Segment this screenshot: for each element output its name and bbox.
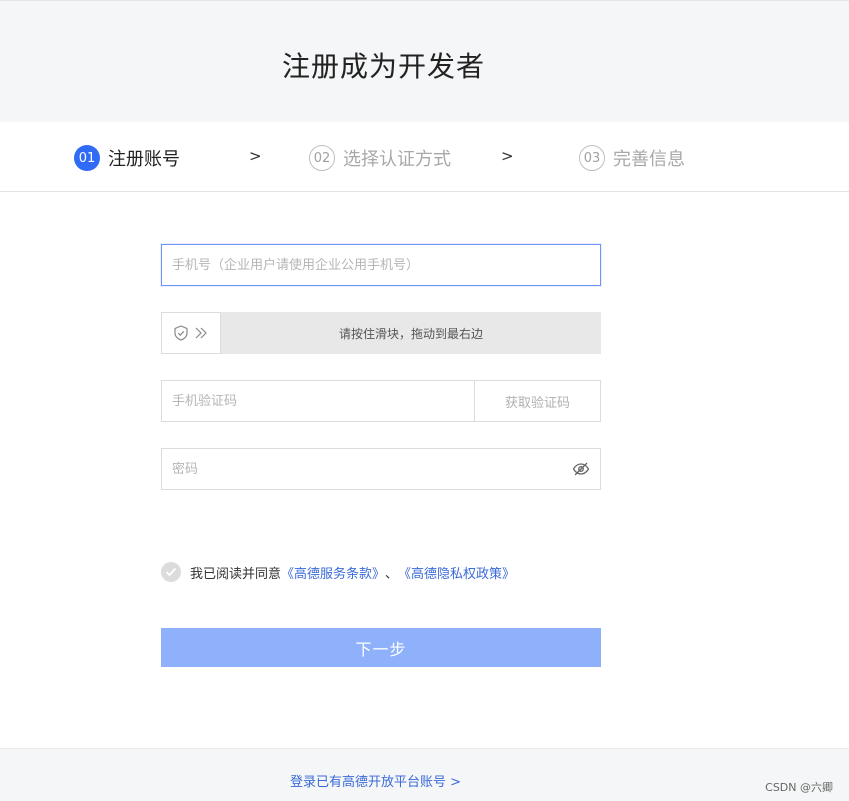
slider-hint-text: 请按住滑块，拖动到最右边 (338, 326, 483, 341)
step-1: 01 注册账号 (74, 144, 180, 172)
agreement-text: 我已阅读并同意 (190, 566, 282, 582)
next-step-button[interactable]: 下一步 (161, 628, 601, 667)
phone-input[interactable] (162, 245, 600, 285)
password-input[interactable] (162, 449, 562, 489)
sms-code-field: 获取验证码 (161, 380, 601, 422)
step-3-label: 完善信息 (613, 149, 685, 170)
privacy-link[interactable]: 《高德隐私权政策》 (398, 563, 515, 582)
step-3-number: 03 (579, 145, 605, 171)
terms-link[interactable]: 《高德服务条款》 (281, 563, 385, 582)
step-2-label: 选择认证方式 (343, 149, 451, 170)
watermark: CSDN @六卿 (765, 781, 833, 794)
step-bar: 01 注册账号 02 选择认证方式 03 完善信息 (0, 122, 849, 192)
step-1-label: 注册账号 (108, 149, 180, 170)
sms-code-input[interactable] (162, 381, 476, 421)
password-field (161, 448, 601, 490)
agreement-row: 我已阅读并同意 《高德服务条款》 、 《高德隐私权政策》 (161, 562, 515, 582)
agreement-checkbox[interactable] (161, 562, 181, 582)
shield-check-icon (174, 325, 188, 341)
step-2-number: 02 (309, 145, 335, 171)
step-separator-1: > (249, 147, 262, 165)
phone-field (161, 244, 601, 286)
page-footer: 登录已有高德开放平台账号 > CSDN @六卿 (0, 748, 849, 801)
step-3: 03 完善信息 (579, 144, 685, 172)
slider-captcha: 请按住滑块，拖动到最右边 (161, 312, 601, 354)
step-separator-2: > (501, 147, 514, 165)
get-sms-code-button[interactable]: 获取验证码 (474, 381, 600, 421)
double-chevron-right-icon (195, 327, 207, 339)
slider-handle[interactable] (161, 312, 221, 354)
check-icon (165, 567, 177, 577)
eye-slash-icon[interactable] (572, 461, 590, 477)
page-title: 注册成为开发者 (282, 50, 486, 83)
agreement-separator: 、 (385, 566, 399, 582)
page-header: 注册成为开发者 (0, 0, 849, 122)
step-2: 02 选择认证方式 (309, 144, 451, 172)
step-1-number: 01 (74, 145, 100, 171)
login-existing-account-link[interactable]: 登录已有高德开放平台账号 > (290, 771, 461, 790)
